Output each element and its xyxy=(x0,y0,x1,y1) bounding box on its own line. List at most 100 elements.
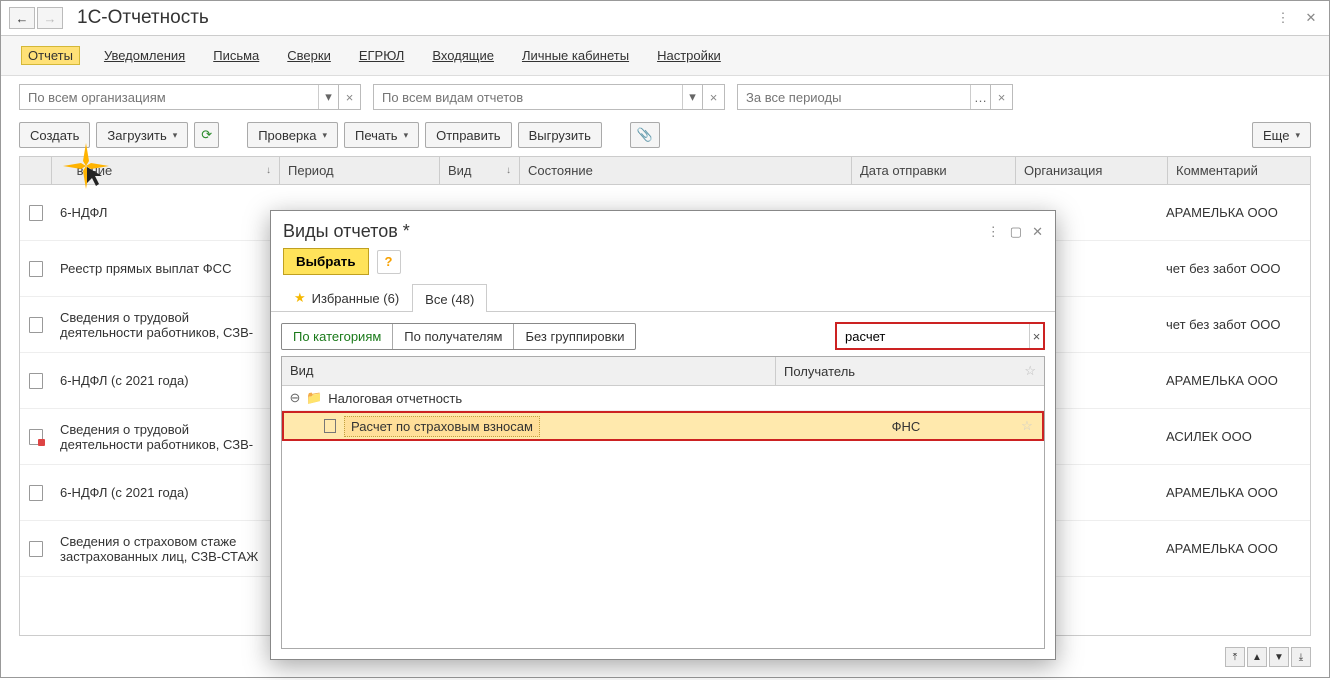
clear-icon[interactable]: × xyxy=(991,84,1013,110)
tab-reports[interactable]: Отчеты xyxy=(21,46,80,65)
tab-cabinets[interactable]: Личные кабинеты xyxy=(518,46,633,65)
refresh-icon: ⟳ xyxy=(201,127,212,143)
scroll-top-icon[interactable]: ⤒ xyxy=(1225,647,1245,667)
kebab-icon[interactable]: ⋮ xyxy=(1273,8,1293,28)
close-icon[interactable]: ✕ xyxy=(1301,8,1321,28)
cell-org: АРАМЕЛЬКА ООО xyxy=(1158,479,1310,506)
seg-by-category[interactable]: По категориям xyxy=(282,324,393,349)
report-types-grid: Вид Получатель ☆ ⊖ 📁 Налоговая отчетност… xyxy=(281,356,1045,649)
search-input[interactable] xyxy=(837,329,1029,344)
clear-icon[interactable]: × xyxy=(1029,324,1043,348)
tree-group-row[interactable]: ⊖ 📁 Налоговая отчетность xyxy=(282,386,1044,411)
filter-period[interactable]: … xyxy=(737,84,991,110)
filter-report-type[interactable]: ▾ xyxy=(373,84,703,110)
star-outline-icon[interactable]: ☆ xyxy=(1016,418,1038,434)
filter-org-input[interactable] xyxy=(20,85,318,109)
cell-name: 6-НДФЛ xyxy=(52,199,280,226)
document-icon xyxy=(29,373,43,389)
refresh-button[interactable]: ⟳ xyxy=(194,122,219,148)
document-icon xyxy=(29,317,43,333)
dropdown-icon[interactable]: ▾ xyxy=(318,85,338,109)
dropdown-icon[interactable]: ▾ xyxy=(682,85,702,109)
tab-letters[interactable]: Письма xyxy=(209,46,263,65)
page-title: 1С-Отчетность xyxy=(77,7,1273,29)
tab-reconciliations[interactable]: Сверки xyxy=(283,46,335,65)
report-recipient: ФНС xyxy=(796,419,1016,434)
col-period[interactable]: Период xyxy=(280,157,440,184)
scroll-bottom-icon[interactable]: ⤓ xyxy=(1291,647,1311,667)
export-button[interactable]: Выгрузить xyxy=(518,122,602,148)
document-icon xyxy=(29,261,43,277)
cell-org: АРАМЕЛЬКА ООО xyxy=(1158,367,1310,394)
cell-org: АСИЛЕК ООО xyxy=(1158,423,1310,450)
cell-org: чет без забот ООО xyxy=(1158,311,1310,338)
maximize-icon[interactable]: ▢ xyxy=(1010,224,1022,240)
cell-name: Сведения о страховом стаже застрахованны… xyxy=(52,528,280,570)
cell-name: Сведения о трудовой деятельности работни… xyxy=(52,304,280,346)
filter-period-input[interactable] xyxy=(738,85,970,109)
cell-org: АРАМЕЛЬКА ООО xyxy=(1158,199,1310,226)
cell-name: Реестр прямых выплат ФСС xyxy=(52,255,280,282)
more-button[interactable]: Еще▾ xyxy=(1252,122,1311,148)
tab-all[interactable]: Все (48) xyxy=(412,284,487,312)
col-org[interactable]: Организация xyxy=(1016,157,1168,184)
load-button[interactable]: Загрузить▾ xyxy=(96,122,188,148)
toolbar: Создать Загрузить▾ ⟳ Проверка▾ Печать▾ О… xyxy=(1,118,1329,156)
kebab-icon[interactable]: ⋮ xyxy=(987,224,1000,240)
selected-report-row[interactable]: Расчет по страховым взносам ФНС ☆ xyxy=(282,411,1044,441)
document-icon xyxy=(29,205,43,221)
tab-incoming[interactable]: Входящие xyxy=(428,46,498,65)
cell-name: 6-НДФЛ (с 2021 года) xyxy=(52,479,280,506)
star-icon: ★ xyxy=(294,290,306,306)
ellipsis-icon[interactable]: … xyxy=(970,85,990,109)
folder-icon: 📁 xyxy=(306,390,322,406)
tab-egrul[interactable]: ЕГРЮЛ xyxy=(355,46,408,65)
titlebar: ← → 1С-Отчетность ⋮ ✕ xyxy=(1,1,1329,36)
col-type[interactable]: Вид↓ xyxy=(440,157,520,184)
report-name: Расчет по страховым взносам xyxy=(344,416,540,437)
col-comment[interactable]: Комментарий xyxy=(1168,157,1310,184)
star-outline-icon[interactable]: ☆ xyxy=(1024,363,1036,379)
clear-icon[interactable]: × xyxy=(339,84,361,110)
cell-name: Сведения о трудовой деятельности работни… xyxy=(52,416,280,458)
dialog-title: Виды отчетов * xyxy=(283,221,987,242)
send-button[interactable]: Отправить xyxy=(425,122,511,148)
col-state[interactable]: Состояние xyxy=(520,157,852,184)
group-label: Налоговая отчетность xyxy=(328,391,462,406)
filters-row: ▾ × ▾ × … × xyxy=(1,76,1329,118)
select-button[interactable]: Выбрать xyxy=(283,248,369,275)
cell-org: чет без забот ООО xyxy=(1158,255,1310,282)
create-button[interactable]: Создать xyxy=(19,122,90,148)
col-name[interactable]: Навание↓ xyxy=(52,157,280,184)
attach-button[interactable]: 📎 xyxy=(630,122,660,148)
paperclip-icon: 📎 xyxy=(637,127,653,143)
filter-org[interactable]: ▾ xyxy=(19,84,339,110)
col-date[interactable]: Дата отправки xyxy=(852,157,1016,184)
close-icon[interactable]: ✕ xyxy=(1032,224,1043,240)
tab-notifications[interactable]: Уведомления xyxy=(100,46,189,65)
cell-org: АРАМЕЛЬКА ООО xyxy=(1158,535,1310,562)
cell-name: 6-НДФЛ (с 2021 года) xyxy=(52,367,280,394)
report-types-dialog: Виды отчетов * ⋮ ▢ ✕ Выбрать ? ★Избранны… xyxy=(270,210,1056,660)
col-icon[interactable] xyxy=(20,157,52,184)
clear-icon[interactable]: × xyxy=(703,84,725,110)
table-header: Навание↓ Период Вид↓ Состояние Дата отпр… xyxy=(20,157,1310,185)
document-icon xyxy=(29,429,43,445)
print-button[interactable]: Печать▾ xyxy=(344,122,419,148)
grid-col-recipient[interactable]: Получатель ☆ xyxy=(776,357,1044,385)
seg-no-grouping[interactable]: Без группировки xyxy=(514,324,635,349)
collapse-icon[interactable]: ⊖ xyxy=(288,390,302,406)
back-button[interactable]: ← xyxy=(9,7,35,29)
help-icon[interactable]: ? xyxy=(377,250,401,274)
grouping-segments: По категориям По получателям Без группир… xyxy=(281,323,636,350)
check-button[interactable]: Проверка▾ xyxy=(247,122,338,148)
filter-report-type-input[interactable] xyxy=(374,85,682,109)
main-tabs: Отчеты Уведомления Письма Сверки ЕГРЮЛ В… xyxy=(1,36,1329,76)
scroll-up-icon[interactable]: ▲ xyxy=(1247,647,1267,667)
forward-button[interactable]: → xyxy=(37,7,63,29)
grid-col-type[interactable]: Вид xyxy=(282,357,776,385)
tab-settings[interactable]: Настройки xyxy=(653,46,725,65)
seg-by-recipient[interactable]: По получателям xyxy=(393,324,514,349)
scroll-down-icon[interactable]: ▼ xyxy=(1269,647,1289,667)
tab-favorites[interactable]: ★Избранные (6) xyxy=(281,283,412,311)
